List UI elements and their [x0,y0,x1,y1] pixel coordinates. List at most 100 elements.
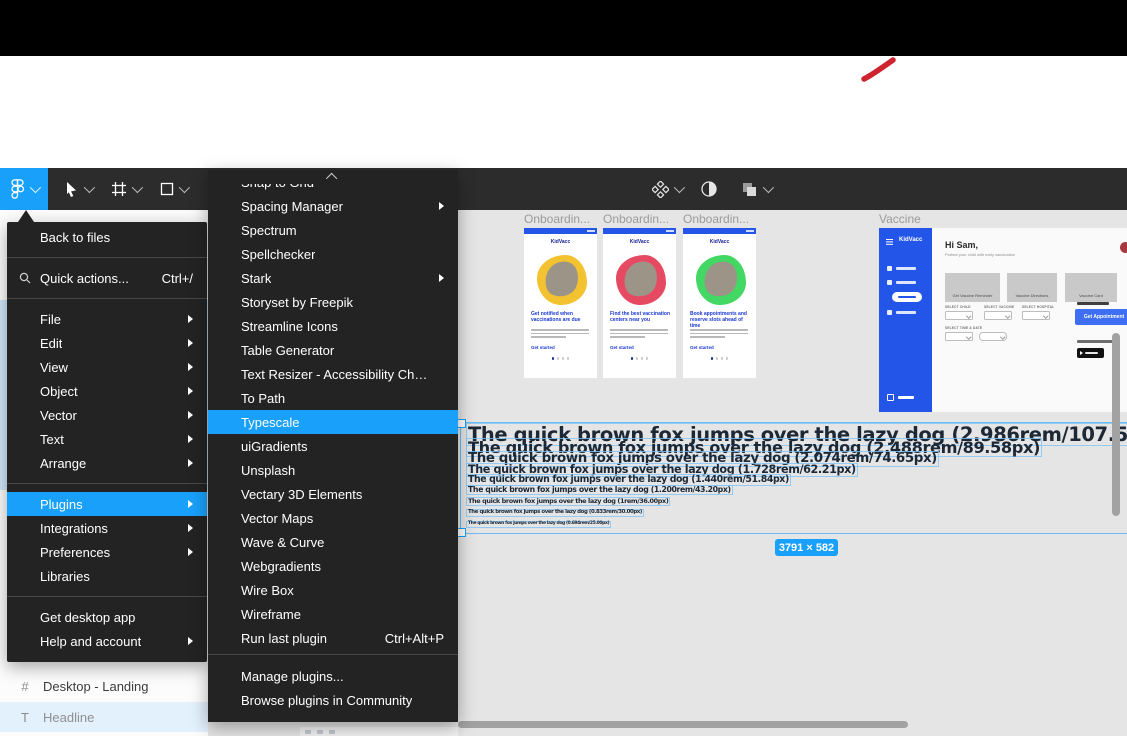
frame-title-onboarding-1[interactable]: Onboardin... [524,213,596,226]
frame-tool-button[interactable] [103,168,147,210]
logout-item[interactable] [887,394,914,401]
layer-row-desktop-landing[interactable]: # Desktop - Landing [0,671,208,701]
menu-item-preferences[interactable]: Preferences [7,540,207,564]
submenu-item-webgradients[interactable]: Webgradients [208,554,458,578]
select-dropdown[interactable] [945,311,973,320]
red-brush-stroke [856,56,902,82]
frame-title-vaccine[interactable]: Vaccine [879,213,951,226]
submenu-item-uigradients[interactable]: uiGradients [208,434,458,458]
submenu-item-spectrum[interactable]: Spectrum [208,218,458,242]
menu-item-edit[interactable]: Edit [7,331,207,355]
submenu-item-stark[interactable]: Stark [208,266,458,290]
selection-handle[interactable] [457,528,466,537]
sidebar-item[interactable] [887,280,916,285]
menu-item-vector[interactable]: Vector [7,403,207,427]
chevron-down-icon [30,182,41,193]
white-band [0,56,1127,168]
sidebar-item[interactable] [887,266,916,271]
top-black-bar [0,0,1127,56]
action-card[interactable]: Vaccine Directions [1007,273,1057,302]
boolean-group-button[interactable] [734,168,778,210]
plugins-submenu: Snap to Grid Spacing Manager Spectrum Sp… [208,170,458,722]
submenu-item-storyset-by-freepik[interactable]: Storyset by Freepik [208,290,458,314]
onboarding-heading: Book appointments and reserve slots ahea… [690,311,750,329]
submenu-item-wireframe[interactable]: Wireframe [208,602,458,626]
menu-item-back-to-files[interactable]: Back to files [7,225,207,249]
submenu-item-browse-plugins-in-community[interactable]: Browse plugins in Community [208,688,458,712]
get-started-link[interactable]: Get started [610,345,634,350]
menu-item-integrations[interactable]: Integrations [7,516,207,540]
action-card[interactable]: Get Vaccine Reminder [945,273,1000,302]
status-bar [524,228,597,234]
submenu-item-wave-and-curve[interactable]: Wave & Curve [208,530,458,554]
chevron-down-icon [131,182,142,193]
menu-item-get-desktop-app[interactable]: Get desktop app [7,605,207,629]
menu-item-object[interactable]: Object [7,379,207,403]
submenu-item-spellchecker[interactable]: Spellchecker [208,242,458,266]
shape-tool-button[interactable] [150,168,196,210]
select-dropdown[interactable] [945,332,973,341]
status-bar [683,228,756,234]
onboarding-frame-3[interactable]: KidVacc Book appointments and reserve sl… [683,228,756,378]
menu-item-file[interactable]: File [7,307,207,331]
select-dropdown[interactable] [979,332,1007,341]
menu-item-libraries[interactable]: Libraries [7,564,207,588]
mask-tool-button[interactable] [696,168,722,210]
submenu-arrow-icon [188,363,193,371]
get-appointment-button[interactable]: Get Appointment [1075,309,1127,325]
submenu-scroll-up-strip[interactable] [208,170,458,184]
frame-title-onboarding-2[interactable]: Onboardin... [603,213,675,226]
submenu-item-vectary-3d-elements[interactable]: Vectary 3D Elements [208,482,458,506]
component-tool-button[interactable] [645,168,689,210]
onboarding-frame-2[interactable]: KidVacc Find the best vaccination center… [603,228,676,378]
submenu-item-to-path[interactable]: To Path [208,386,458,410]
menu-separator [7,483,207,484]
hamburger-icon[interactable] [886,239,893,240]
selection-size-badge: 3791 × 582 [775,539,838,556]
selection-handle[interactable] [457,419,466,428]
sidebar-item-active[interactable] [892,292,922,302]
menu-item-quick-actions[interactable]: Quick actions... Ctrl+/ [7,266,207,290]
submenu-arrow-icon [439,274,444,282]
submenu-item-text-resizer[interactable]: Text Resizer - Accessibility Check... [208,362,458,386]
submenu-item-wire-box[interactable]: Wire Box [208,578,458,602]
avatar[interactable] [1120,242,1127,253]
layer-row-headline[interactable]: T Headline [0,702,208,732]
submenu-arrow-icon [188,387,193,395]
menu-item-help-and-account[interactable]: Help and account [7,629,207,653]
layer-label: Headline [43,710,94,725]
onboarding-frame-1[interactable]: KidVacc Get notified when vaccinations a… [524,228,597,378]
move-tool-button[interactable] [56,168,100,210]
menu-item-arrange[interactable]: Arrange [7,451,207,475]
vaccine-frame[interactable]: KidVacc Hi Sam, Protect your child with … [879,228,1127,412]
horizontal-scrollbar[interactable] [458,721,908,728]
menu-item-view[interactable]: View [7,355,207,379]
vertical-scrollbar[interactable] [1112,333,1120,516]
selection-bounding-box[interactable] [460,422,1127,534]
frame-title-onboarding-3[interactable]: Onboardin... [683,213,755,226]
google-play-badge[interactable] [1077,348,1104,358]
submenu-item-table-generator[interactable]: Table Generator [208,338,458,362]
select-dropdown[interactable] [1022,311,1050,320]
scroll-up-icon [326,173,337,184]
mask-icon [700,180,718,198]
submenu-item-unsplash[interactable]: Unsplash [208,458,458,482]
submenu-item-streamline-icons[interactable]: Streamline Icons [208,314,458,338]
submenu-item-run-last-plugin[interactable]: Run last pluginCtrl+Alt+P [208,626,458,650]
get-started-link[interactable]: Get started [531,345,555,350]
menu-item-plugins[interactable]: Plugins [7,492,207,516]
submenu-item-vector-maps[interactable]: Vector Maps [208,506,458,530]
submenu-item-manage-plugins[interactable]: Manage plugins... [208,664,458,688]
rectangle-icon [160,182,174,196]
submenu-item-typescale[interactable]: Typescale [208,410,458,434]
select-dropdown[interactable] [984,311,1012,320]
action-card[interactable]: Vaccine Card [1065,273,1117,302]
shortcut-label: Ctrl+/ [162,271,193,286]
figma-main-menu-button[interactable] [0,168,48,210]
sidebar-item[interactable] [887,310,916,315]
illustration-blob [616,255,666,305]
menu-item-text[interactable]: Text [7,427,207,451]
greeting-subtitle: Protect your child with early vaccinatio… [945,252,1015,257]
submenu-item-spacing-manager[interactable]: Spacing Manager [208,194,458,218]
get-started-link[interactable]: Get started [690,345,714,350]
